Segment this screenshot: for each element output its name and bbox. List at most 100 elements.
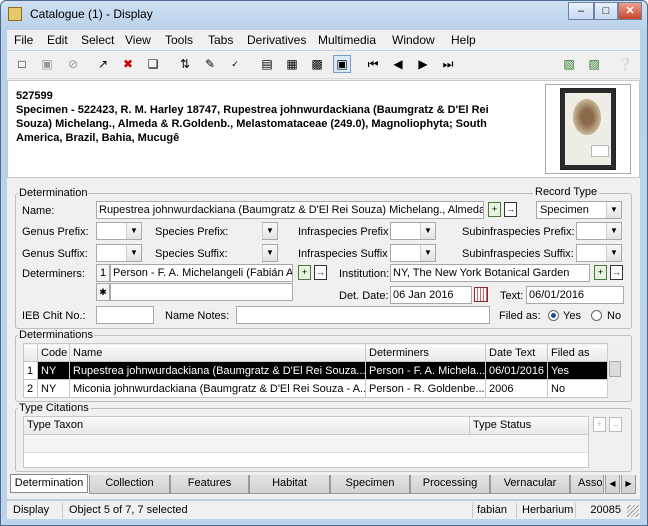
column-header-name[interactable]: Name — [69, 343, 366, 362]
detail-view-icon[interactable]: ▣ — [333, 55, 351, 73]
open-determiner-icon[interactable]: → — [314, 265, 327, 280]
lookup-determiner-icon[interactable]: + — [298, 265, 311, 280]
minimize-button[interactable]: – — [568, 2, 594, 20]
open-name-icon[interactable]: → — [504, 202, 517, 217]
next-record-icon[interactable]: ▶ — [414, 55, 432, 73]
new-record-icon[interactable]: □ — [13, 55, 31, 73]
menu-view[interactable]: View — [125, 33, 151, 47]
record-type-select[interactable]: Specimen ▼ — [536, 201, 622, 219]
tab-habitat[interactable]: Habitat — [249, 475, 330, 494]
determination-legend: Determination — [19, 187, 88, 199]
calendar-icon[interactable] — [474, 287, 488, 302]
cell-date-text: 2006 — [485, 379, 548, 398]
open-record-icon[interactable]: ↗ — [94, 55, 112, 73]
column-header-type-status[interactable]: Type Status — [470, 417, 588, 435]
menu-window[interactable]: Window — [392, 33, 435, 47]
column-header-filed-as[interactable]: Filed as — [547, 343, 608, 362]
cancel-icon[interactable]: ⊘ — [64, 55, 82, 73]
cell-filed-as: Yes — [547, 361, 608, 380]
menu-multimedia[interactable]: Multimedia — [318, 33, 376, 47]
column-header-determiners[interactable]: Determiners — [365, 343, 486, 362]
text-field[interactable]: 06/01/2016 — [526, 286, 624, 304]
tab-vernacular[interactable]: Vernacular — [490, 475, 570, 494]
attach-icon[interactable]: ▧ — [560, 55, 578, 73]
resize-grip-icon[interactable] — [627, 505, 639, 517]
chevron-down-icon: ▼ — [606, 245, 621, 261]
specimen-thumbnail[interactable] — [545, 84, 631, 174]
sort-icon[interactable]: ⇅ — [176, 55, 194, 73]
determiner-new-field[interactable] — [110, 283, 293, 301]
species-prefix-select[interactable]: ▼ — [262, 222, 278, 240]
help-pointer-icon[interactable]: ❔ — [616, 55, 634, 73]
last-record-icon[interactable]: ⏭ — [439, 55, 457, 73]
close-button[interactable]: ✕ — [618, 2, 642, 20]
infraspecies-suffix-select[interactable]: ▼ — [390, 244, 436, 262]
menu-file[interactable]: File — [14, 33, 33, 47]
tab-features[interactable]: Features — [170, 475, 249, 494]
tab-specimen[interactable]: Specimen — [330, 475, 410, 494]
tab-processing[interactable]: Processing — [410, 475, 490, 494]
first-record-icon[interactable]: ⏮ — [364, 55, 382, 73]
filed-no-radio[interactable] — [591, 310, 602, 321]
cell-determiners: Person - R. Goldenbe... — [365, 379, 486, 398]
lookup-name-icon[interactable]: + — [488, 202, 501, 217]
genus-prefix-select[interactable]: ▼ — [96, 222, 142, 240]
edit-icon[interactable]: ✎ — [201, 55, 219, 73]
tab-collection[interactable]: Collection — [89, 475, 170, 494]
lookup-institution-icon[interactable]: + — [594, 265, 607, 280]
table-row[interactable]: 1 NY Rupestrea johnwurdackiana (Baumgrat… — [23, 361, 608, 380]
genus-suffix-label: Genus Suffix: — [22, 248, 88, 260]
menu-derivatives[interactable]: Derivatives — [247, 33, 306, 47]
tab-scroll-right-icon[interactable]: ▶ — [621, 475, 636, 494]
subinfraspecies-prefix-select[interactable]: ▼ — [576, 222, 622, 240]
menu-edit[interactable]: Edit — [47, 33, 68, 47]
determiner-field[interactable]: Person - F. A. Michelangeli (Fabián Ar..… — [110, 264, 293, 282]
det-date-field[interactable]: 06 Jan 2016 — [390, 286, 472, 304]
menu-tabs[interactable]: Tabs — [208, 33, 233, 47]
genus-suffix-select[interactable]: ▼ — [96, 244, 142, 262]
scrollbar-thumb[interactable] — [609, 361, 621, 377]
menu-select[interactable]: Select — [81, 33, 114, 47]
page-view-icon[interactable]: ▤ — [258, 55, 276, 73]
tab-scroll-left-icon[interactable]: ◀ — [605, 475, 620, 494]
chevron-down-icon: ▼ — [262, 245, 277, 261]
subinfraspecies-suffix-select[interactable]: ▼ — [576, 244, 622, 262]
table-row[interactable] — [24, 435, 588, 453]
chevron-down-icon: ▼ — [126, 245, 141, 261]
maximize-button[interactable]: □ — [594, 2, 618, 20]
name-field[interactable]: Rupestrea johnwurdackiana (Baumgratz & D… — [96, 201, 484, 219]
subinfraspecies-prefix-label: Subinfraspecies Prefix: — [462, 226, 575, 238]
status-mode: Display — [9, 503, 63, 518]
species-suffix-select[interactable]: ▼ — [262, 244, 278, 262]
copy-record-icon[interactable]: ❏ — [144, 55, 162, 73]
delete-record-icon[interactable]: ✖ — [119, 55, 137, 73]
previous-record-icon[interactable]: ◀ — [389, 55, 407, 73]
name-notes-field[interactable] — [236, 306, 490, 324]
record-type-label: Record Type — [533, 186, 600, 198]
save-icon[interactable]: ▣ — [38, 55, 56, 73]
add-citation-icon[interactable]: + — [593, 417, 606, 432]
menu-help[interactable]: Help — [451, 33, 476, 47]
specimen-image — [560, 88, 616, 170]
vertical-scrollbar[interactable] — [607, 343, 622, 398]
table-row[interactable]: 2 NY Miconia johnwurdackiana (Baumgratz … — [23, 379, 608, 398]
list-view-icon[interactable]: ▩ — [308, 55, 326, 73]
tab-associations[interactable]: Asso — [570, 475, 604, 494]
tab-determination[interactable]: Determination — [10, 474, 88, 493]
column-header-date-text[interactable]: Date Text — [485, 343, 548, 362]
open-citation-icon[interactable]: → — [609, 417, 622, 432]
attach-multiple-icon[interactable]: ▨ — [585, 55, 603, 73]
menu-tools[interactable]: Tools — [165, 33, 193, 47]
infraspecies-prefix-select[interactable]: ▼ — [390, 222, 436, 240]
app-icon — [8, 7, 22, 21]
ieb-chit-field[interactable] — [96, 306, 154, 324]
toolbar: □ ▣ ⊘ ↗ ✖ ❏ ⇅ ✎ ✓ ▤ ▦ ▩ ▣ ⏮ ◀ ▶ ⏭ ▧ ▨ ❔ — [7, 51, 640, 79]
column-header-type-taxon[interactable]: Type Taxon — [24, 417, 470, 435]
name-notes-label: Name Notes: — [165, 310, 230, 322]
open-institution-icon[interactable]: → — [610, 265, 623, 280]
spellcheck-icon[interactable]: ✓ — [226, 55, 244, 73]
grid-view-icon[interactable]: ▦ — [283, 55, 301, 73]
filed-yes-radio[interactable] — [548, 310, 559, 321]
institution-field[interactable]: NY, The New York Botanical Garden — [390, 264, 590, 282]
column-header-code[interactable]: Code — [37, 343, 70, 362]
